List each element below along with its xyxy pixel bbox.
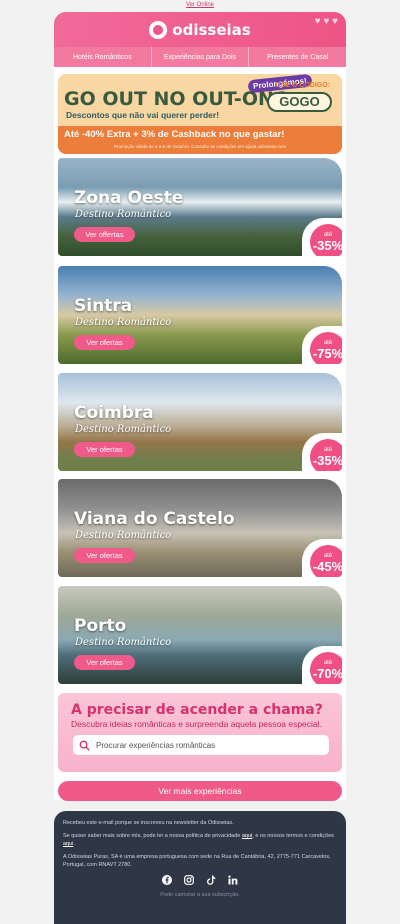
destination-tag: Destino Romântico	[75, 424, 172, 435]
promo-fine-print: Promoção válida de 4 a 6 de Outubro. Con…	[113, 144, 287, 149]
see-offers-button[interactable]: Ver ofertas	[74, 655, 135, 670]
promo-offer: Até -40% Extra + 3% de Cashback no que g…	[64, 129, 285, 140]
promo-subline: Descontos que não vai querer perder!	[66, 110, 220, 120]
romantic-search-banner: A precisar de acender a chama? Descubra …	[58, 693, 342, 772]
promo-headline: GO OUT NO OUT-ONO	[64, 88, 291, 110]
category-nav: Hotéis Românticos Experiências para Dois…	[54, 47, 346, 67]
promo-code-label: USE O CÓDIGO:	[275, 82, 330, 89]
destination-name: Coimbra	[74, 403, 154, 423]
destination-card[interactable]: Coimbra Destino Romântico Ver ofertas at…	[58, 373, 342, 471]
unsubscribe-text[interactable]: Pode cancelar a sua subscrição.	[63, 891, 337, 899]
email-header: odisseias ♥ ♥ ♥	[54, 12, 346, 47]
destination-name: Zona Oeste	[74, 188, 184, 208]
discount-badge: até -45%	[310, 545, 342, 577]
brand-logo[interactable]: odisseias	[149, 20, 251, 39]
more-experiences-button[interactable]: Ver mais experiências	[58, 781, 342, 801]
nav-experiences[interactable]: Experiências para Dois	[152, 47, 250, 67]
discount-badge: até -35%	[310, 439, 342, 471]
destination-card[interactable]: Sintra Destino Romântico Ver ofertas até…	[58, 266, 342, 364]
nav-gifts[interactable]: Presentes de Casal	[249, 47, 346, 67]
destination-name: Porto	[74, 616, 127, 636]
terms-link[interactable]: aqui	[63, 841, 73, 847]
discount-badge: até -75%	[310, 332, 342, 364]
discount-corner: até -70%	[302, 646, 342, 684]
destination-tag: Destino Romântico	[75, 530, 172, 541]
discount-corner: até -35%	[302, 433, 342, 471]
instagram-icon[interactable]	[184, 875, 194, 885]
logo-icon	[149, 20, 168, 39]
discount-corner: até -45%	[302, 539, 342, 577]
see-offers-button[interactable]: Ver offertas	[74, 227, 135, 242]
see-offers-button[interactable]: Ver ofertas	[74, 442, 135, 457]
destination-tag: Destino Romântico	[75, 317, 172, 328]
destination-name: Viana do Castelo	[74, 509, 235, 529]
destination-card[interactable]: Porto Destino Romântico Ver ofertas até -…	[58, 586, 342, 684]
email-footer: Recebeu este e-mail porque se inscreveu …	[54, 811, 346, 924]
search-placeholder: Procurar experiências românticas	[96, 740, 216, 750]
search-input[interactable]: Procurar experiências românticas	[73, 735, 329, 755]
footer-reason: Recebeu este e-mail porque se inscreveu …	[63, 820, 234, 826]
promo-banner[interactable]: Prolongámos! GO OUT NO OUT-ONO Descontos…	[58, 74, 342, 154]
destination-card[interactable]: Viana do Castelo Destino Romântico Ver o…	[58, 479, 342, 577]
search-icon	[79, 740, 90, 751]
destination-tag: Destino Romântico	[75, 209, 172, 220]
privacy-link[interactable]: aqui	[242, 833, 252, 839]
footer-company: A Odisseias Puras, SA é uma empresa port…	[63, 854, 331, 868]
cta-heading: A precisar de acender a chama?	[71, 702, 323, 718]
social-links	[63, 875, 337, 885]
destination-card[interactable]: Zona Oeste Destino Romântico Ver offerta…	[58, 158, 342, 256]
discount-corner: até -35%	[302, 218, 342, 256]
see-offers-button[interactable]: Ver ofertas	[74, 335, 135, 350]
linkedin-icon[interactable]	[228, 875, 238, 885]
discount-badge: até -35%	[310, 224, 342, 256]
discount-badge: até -70%	[310, 652, 342, 684]
view-online-bar: Ver Online	[0, 0, 400, 11]
facebook-icon[interactable]	[162, 875, 172, 885]
brand-name: odisseias	[172, 20, 251, 39]
nav-hotels[interactable]: Hotéis Românticos	[54, 47, 152, 67]
hearts-icon: ♥ ♥ ♥	[314, 16, 338, 27]
discount-corner: até -75%	[302, 326, 342, 364]
footer-privacy: Se quiser saber mais sobre nós, pode ler…	[63, 833, 334, 847]
view-online-link[interactable]: Ver Online	[186, 2, 214, 8]
tiktok-icon[interactable]	[206, 875, 216, 885]
destination-name: Sintra	[74, 296, 133, 316]
cta-subheading: Descubra ideias românticas e surpreenda …	[71, 719, 322, 729]
promo-code: GOGO	[267, 92, 332, 112]
promo-offer-strip: Até -40% Extra + 3% de Cashback no que g…	[58, 126, 342, 154]
destination-tag: Destino Romântico	[75, 637, 172, 648]
see-offers-button[interactable]: Ver ofertas	[74, 548, 135, 563]
